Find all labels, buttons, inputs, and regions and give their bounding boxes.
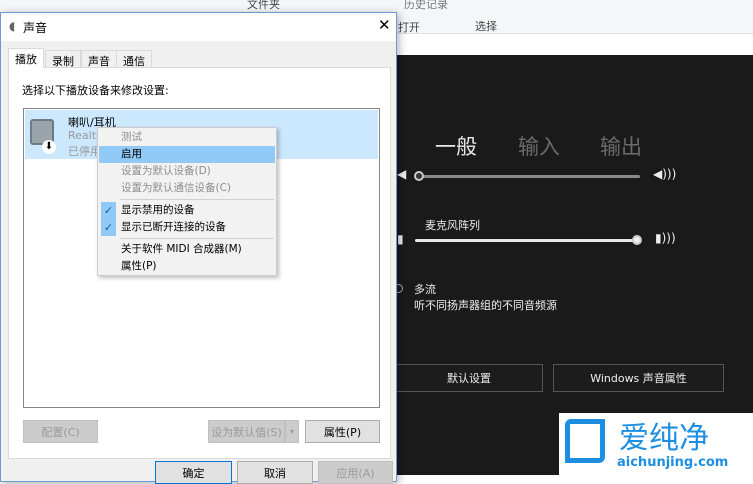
audio-settings-panel: 一般 输入 输出 ◀ ◀))) 麦克风阵列 ▮ ▮))) 多流 听不同扬声器组的… — [394, 55, 753, 475]
ribbon-history[interactable]: 历史记录 — [404, 0, 448, 12]
watermark-brand: 爱纯净 — [619, 421, 709, 456]
default-settings-button[interactable]: 默认设置 — [395, 364, 543, 392]
ribbon-open-group: 打开 — [398, 21, 420, 34]
output-volume-slider[interactable] — [417, 175, 640, 178]
menu-item-label: 显示已断开连接的设备 — [121, 221, 226, 233]
configure-button[interactable]: 配置(C) — [23, 420, 98, 443]
watermark-logo-icon — [565, 419, 605, 463]
menu-item-label: 显示禁用的设备 — [121, 204, 195, 216]
properties-button[interactable]: 属性(P) — [305, 420, 380, 443]
tab-general[interactable]: 一般 — [435, 131, 477, 161]
context-menu: 测试 启用 设置为默认设备(D) 设置为默认通信设备(C) ✓ 显示禁用的设备 ✓… — [97, 127, 277, 276]
tab-playback[interactable]: 播放 — [8, 48, 44, 68]
speaker-mute-icon: ◀ — [397, 167, 407, 181]
menu-item-set-default[interactable]: 设置为默认设备(D) — [99, 163, 275, 180]
close-icon[interactable]: ✕ — [378, 16, 391, 34]
mic-volume-thumb[interactable] — [632, 235, 642, 245]
check-icon: ✓ — [101, 219, 116, 236]
menu-item-test[interactable]: 测试 — [99, 129, 275, 146]
windows-sound-properties-button[interactable]: Windows 声音属性 — [553, 364, 724, 392]
disabled-arrow-icon: ⬇ — [42, 140, 56, 154]
ribbon-folder[interactable]: 文件夹 — [247, 0, 280, 12]
dialog-title: 声音 — [23, 21, 48, 35]
menu-separator — [120, 238, 274, 239]
apply-button[interactable]: 应用(A) — [318, 461, 393, 484]
menu-item-properties[interactable]: 属性(P) — [99, 258, 275, 275]
tab-sounds[interactable]: 声音 — [81, 50, 117, 68]
output-volume-thumb[interactable] — [414, 171, 424, 181]
mic-volume-slider[interactable] — [415, 239, 637, 242]
tab-recording[interactable]: 录制 — [45, 50, 81, 68]
mic-label: 麦克风阵列 — [425, 219, 480, 232]
multistream-desc: 听不同扬声器组的不同音频源 — [414, 299, 557, 312]
watermark-url: aichunjing.com — [617, 455, 729, 470]
menu-item-midi[interactable]: 关于软件 MIDI 合成器(M) — [99, 241, 275, 258]
set-default-button[interactable]: 设为默认值(S) — [208, 420, 285, 443]
tab-communications[interactable]: 通信 — [116, 50, 152, 68]
menu-separator — [120, 199, 274, 200]
menu-item-show-disabled[interactable]: ✓ 显示禁用的设备 — [99, 202, 275, 219]
menu-item-enable[interactable]: 启用 — [99, 146, 275, 163]
watermark-logo: 爱纯净 aichunjing.com — [559, 413, 753, 475]
title-bar[interactable]: ◖ 声音 ✕ — [1, 13, 396, 41]
menu-item-show-disconnected[interactable]: ✓ 显示已断开连接的设备 — [99, 219, 275, 236]
speaker-loud-icon: ◀))) — [653, 167, 677, 181]
cancel-button[interactable]: 取消 — [237, 461, 313, 484]
ribbon-select-group: 选择 — [475, 20, 497, 33]
speaker-icon: ◖ — [9, 19, 16, 33]
mic-low-icon: ▮ — [397, 232, 404, 246]
check-icon: ✓ — [101, 202, 116, 219]
tab-output[interactable]: 输出 — [600, 131, 642, 161]
ok-button[interactable]: 确定 — [155, 461, 232, 484]
menu-item-set-default-comm[interactable]: 设置为默认通信设备(C) — [99, 180, 275, 197]
set-default-dropdown-icon[interactable]: ▾ — [285, 420, 299, 443]
mic-loud-icon: ▮))) — [655, 231, 676, 245]
instruction-label: 选择以下播放设备来修改设置: — [22, 84, 169, 97]
multistream-title: 多流 — [414, 283, 436, 296]
tab-input[interactable]: 输入 — [518, 131, 560, 161]
